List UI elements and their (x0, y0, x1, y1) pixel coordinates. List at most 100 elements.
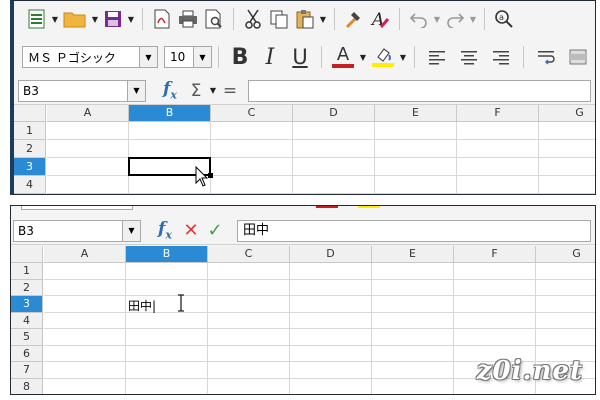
highlight-color-icon[interactable] (368, 44, 398, 70)
open-dropdown-arrow[interactable]: ▼ (90, 6, 100, 32)
grid-column-line (538, 122, 539, 194)
undo-dropdown-arrow[interactable]: ▼ (432, 6, 442, 32)
redo-dropdown-arrow[interactable]: ▼ (468, 6, 478, 32)
row-header-3[interactable]: 3 (14, 158, 46, 176)
column-header-f[interactable]: F (454, 246, 536, 263)
grid-row-line (44, 278, 595, 280)
font-color-dropdown-arrow[interactable]: ▼ (358, 44, 368, 70)
toolbar-separator (399, 8, 400, 30)
save-icon[interactable] (100, 6, 126, 32)
font-name-combo[interactable]: ＭＳ Ｐゴシック ▼ (22, 46, 158, 68)
row-header-1[interactable]: 1 (14, 122, 46, 140)
column-header-e[interactable]: E (372, 246, 454, 263)
column-header-g[interactable]: G (536, 246, 595, 263)
column-header-c[interactable]: C (208, 246, 290, 263)
copy-icon[interactable] (266, 6, 292, 32)
paste-dropdown-arrow[interactable]: ▼ (318, 6, 328, 32)
grid-row-line (44, 328, 595, 329)
new-dropdown-arrow[interactable]: ▼ (50, 6, 60, 32)
grid-column-line (374, 122, 375, 194)
select-all-corner[interactable] (11, 246, 43, 263)
formula-bar: B3 ▼ fx Σ ▼ = (14, 77, 595, 105)
open-folder-icon[interactable] (60, 6, 90, 32)
sum-dropdown-arrow[interactable]: ▼ (208, 78, 218, 104)
font-size-value: 10 (170, 50, 186, 64)
font-name-combo-fragment (21, 206, 133, 210)
row-header-3[interactable]: 3 (11, 296, 43, 313)
grid-row-line (47, 139, 595, 140)
wrap-text-icon[interactable] (530, 44, 562, 70)
print-preview-icon[interactable] (201, 6, 227, 32)
row-header-4[interactable]: 4 (11, 312, 43, 329)
accept-icon[interactable]: ✓ (203, 220, 227, 242)
column-header-f[interactable]: F (457, 105, 539, 122)
row-header-7[interactable]: 7 (11, 362, 43, 379)
find-replace-icon[interactable]: a (491, 6, 517, 32)
name-box[interactable]: B3 ▼ (13, 219, 141, 242)
chevron-down-icon[interactable]: ▼ (193, 47, 211, 67)
grid-column-line (456, 122, 457, 194)
column-header-b[interactable]: B (126, 246, 208, 263)
align-right-icon[interactable] (485, 44, 517, 70)
save-dropdown-arrow[interactable]: ▼ (126, 6, 136, 32)
column-header-a[interactable]: A (44, 246, 126, 263)
row-header-1[interactable]: 1 (11, 263, 43, 280)
row-header-5[interactable]: 5 (11, 329, 43, 346)
watermark: z0i.net (476, 356, 583, 386)
text-cursor-icon (178, 294, 184, 312)
chevron-down-icon[interactable]: ▼ (139, 47, 157, 67)
sum-icon[interactable]: Σ (184, 80, 208, 102)
align-left-icon[interactable] (421, 44, 453, 70)
cut-icon[interactable] (240, 6, 266, 32)
formula-equals-icon[interactable]: = (218, 80, 242, 102)
row-header-8[interactable]: 8 (11, 378, 43, 394)
row-header-2[interactable]: 2 (14, 140, 46, 158)
export-pdf-icon[interactable] (149, 6, 175, 32)
grid-column-line (453, 263, 454, 394)
cancel-icon[interactable]: ✕ (179, 220, 203, 242)
column-header-e[interactable]: E (375, 105, 457, 122)
row-header-4[interactable]: 4 (14, 176, 46, 194)
chevron-down-icon[interactable]: ▼ (127, 80, 145, 101)
print-icon[interactable] (175, 6, 201, 32)
select-all-corner[interactable] (14, 105, 46, 122)
chevron-down-icon[interactable]: ▼ (122, 220, 140, 241)
row-header-2[interactable]: 2 (11, 279, 43, 296)
font-size-combo[interactable]: 10 ▼ (164, 46, 212, 68)
column-header-c[interactable]: C (211, 105, 293, 122)
column-header-a[interactable]: A (47, 105, 129, 122)
undo-icon[interactable] (406, 6, 432, 32)
highlight-dropdown-arrow[interactable]: ▼ (398, 44, 408, 70)
redo-icon[interactable] (442, 6, 468, 32)
formula-input[interactable] (248, 79, 591, 102)
bottom-screenshot-panel: B3 ▼ fx ✕ ✓ 田中 A B C D E F G 1 2 3 4 5 6 7 8 田中| z0i.ne… (10, 205, 596, 395)
name-box[interactable]: B3 ▼ (18, 79, 146, 102)
column-header-d[interactable]: D (290, 246, 372, 263)
clear-formatting-icon[interactable]: A (367, 6, 393, 32)
spreadsheet-grid: ABCDEFG 1234 (14, 105, 595, 194)
font-color-icon[interactable]: A (328, 44, 358, 70)
formatting-toolbar: ＭＳ Ｐゴシック ▼ 10 ▼ B I U A ▼ ▼ (14, 41, 595, 73)
toolbar-separator (321, 46, 322, 68)
formula-input[interactable]: 田中 (237, 219, 591, 242)
paste-icon[interactable] (292, 6, 318, 32)
align-center-icon[interactable] (453, 44, 485, 70)
row-header-6[interactable]: 6 (11, 345, 43, 362)
clone-formatting-icon[interactable] (341, 6, 367, 32)
merge-cells-icon[interactable] (562, 44, 594, 70)
function-wizard-icon[interactable]: fx (156, 79, 184, 101)
cell-b3-edit-text[interactable]: 田中| (128, 297, 156, 314)
italic-icon[interactable]: I (255, 44, 285, 70)
column-header-g[interactable]: G (539, 105, 595, 122)
column-header-d[interactable]: D (293, 105, 375, 122)
grid-row-line (47, 193, 595, 194)
new-spreadsheet-icon[interactable] (24, 6, 50, 32)
grid-column-line (125, 263, 126, 394)
column-header-b[interactable]: B (129, 105, 211, 122)
name-box-value: B3 (23, 83, 39, 98)
clipped-toolbar-strip (11, 206, 595, 214)
function-wizard-icon[interactable]: fx (151, 219, 179, 241)
toolbar-separator (334, 8, 335, 30)
underline-icon[interactable]: U (285, 44, 315, 70)
bold-icon[interactable]: B (225, 44, 255, 70)
